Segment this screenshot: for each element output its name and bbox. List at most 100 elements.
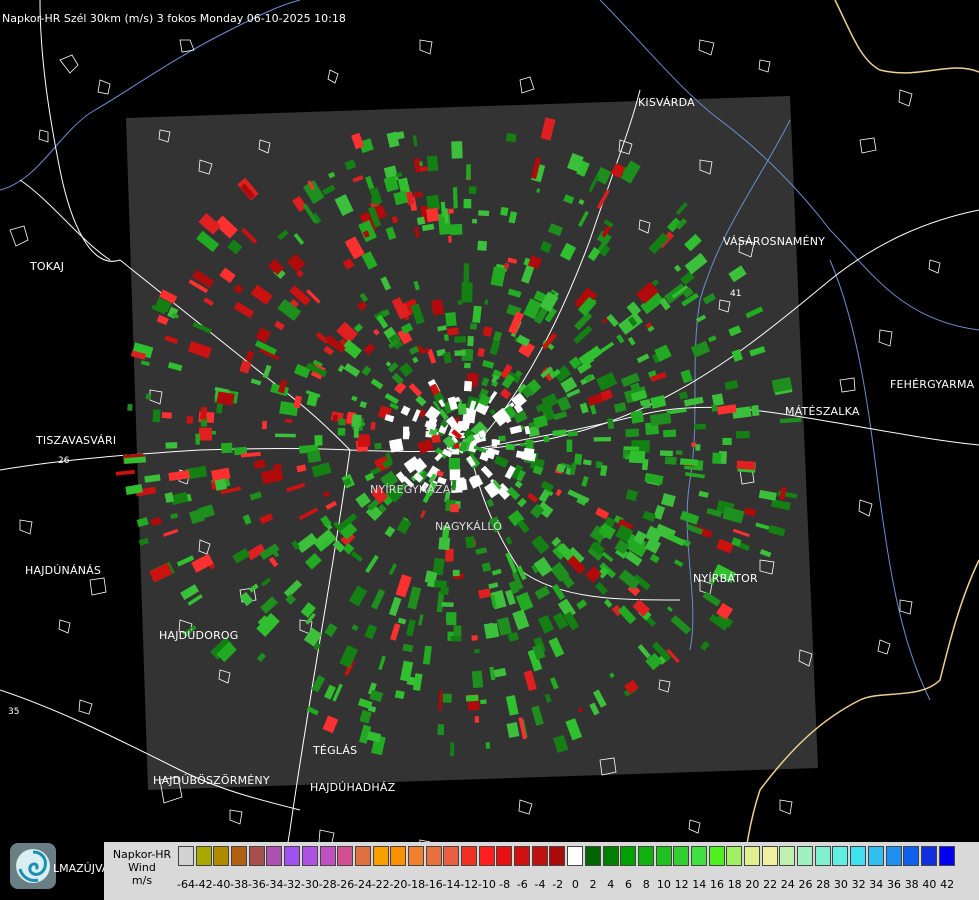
- radar-echo-cell: [437, 724, 445, 736]
- legend-tick-label: 26: [798, 878, 813, 891]
- radar-map-view: 26 41 35 Napkor-HR Szél 30km (m/s) 3 fok…: [0, 0, 979, 900]
- city-label-hajdunanas: HAJDÚNÁNÁS: [25, 564, 102, 577]
- legend-swatch: [195, 846, 212, 866]
- legend-tick-label: 14: [692, 878, 707, 891]
- radar-echo-cell: [519, 443, 525, 447]
- radar-echo-cell: [449, 467, 461, 481]
- radar-echo-cell: [446, 327, 459, 336]
- legend-tick-label: -16: [424, 878, 443, 891]
- radar-echo-cell: [623, 446, 640, 451]
- radar-echo-cell: [663, 429, 677, 438]
- radar-echo-cell: [220, 442, 233, 454]
- radar-echo-cell: [450, 742, 455, 757]
- legend-swatch: [584, 846, 601, 866]
- legend-tick-label: 20: [745, 878, 760, 891]
- radar-echo-cell: [474, 716, 480, 723]
- radar-echo-cell: [306, 450, 322, 463]
- river-line: [829, 259, 931, 701]
- radar-echo-cell: [275, 433, 296, 438]
- legend-swatch: [690, 846, 707, 866]
- radar-echo-cell: [416, 216, 426, 225]
- legend-swatch: [337, 846, 354, 866]
- radar-echo-cell: [467, 335, 474, 347]
- radar-echo-cell: [452, 569, 460, 577]
- radar-echo-cell: [566, 439, 573, 452]
- radar-echo-cell: [127, 403, 133, 411]
- radar-echo-cell: [468, 186, 477, 194]
- legend-swatch: [372, 846, 389, 866]
- radar-echo-cell: [165, 442, 178, 449]
- legend-tick-label: 28: [816, 878, 831, 891]
- radar-echo-cell: [675, 450, 683, 455]
- radar-echo-cell: [472, 218, 478, 224]
- radar-echo-cell: [711, 393, 724, 407]
- radar-echo-cell: [625, 428, 640, 438]
- radar-echo-cell: [337, 427, 346, 436]
- legend-swatch: [655, 846, 672, 866]
- radar-echo-cell: [353, 427, 359, 438]
- radar-echo-cell: [446, 612, 457, 626]
- legend-tick-label: 36: [887, 878, 901, 891]
- radar-echo-cell: [199, 427, 212, 441]
- radar-echo-cell: [478, 210, 490, 217]
- radar-echo-cell: [445, 548, 454, 562]
- radar-echo-cell: [695, 444, 701, 451]
- legend-swatch: [531, 846, 548, 866]
- radar-echo-cell: [477, 240, 488, 251]
- legend-tick-label: 6: [625, 878, 632, 891]
- legend-swatch: [443, 846, 460, 866]
- city-label-hajdudorog: HAJDÚDOROG: [159, 629, 239, 642]
- radar-echo-cell: [543, 435, 550, 443]
- radar-echo-cell: [471, 670, 484, 689]
- radar-echo-cell: [161, 412, 172, 419]
- radar-echo-cell: [454, 336, 467, 343]
- header-title: Napkor-HR Szél 30km (m/s) 3 fokos Monday…: [2, 12, 346, 25]
- radar-echo-cell: [434, 579, 448, 589]
- radar-echo-cell: [195, 433, 200, 445]
- radar-echo-cell: [451, 141, 463, 159]
- city-label-tokaj: TOKAJ: [30, 260, 65, 273]
- legend-swatch: [461, 846, 477, 866]
- radar-echo-cell: [593, 436, 611, 442]
- legend-tick-label: -28: [318, 878, 337, 891]
- legend-tick-label: 38: [904, 878, 919, 891]
- city-label-kisvarda: KISVÁRDA: [638, 96, 695, 109]
- legend-tick-label: -10: [477, 878, 496, 891]
- legend-swatch: [496, 846, 513, 866]
- radar-echo-cell: [735, 430, 750, 439]
- legend-tick-label: -34: [265, 878, 284, 891]
- legend-swatch: [726, 846, 743, 866]
- legend-tick-label: 42: [940, 878, 955, 891]
- legend-tick-label: -22: [371, 878, 390, 891]
- legend-swatch: [407, 846, 424, 866]
- radar-echo-cell: [463, 198, 472, 209]
- legend-tick-label: 2: [589, 878, 597, 891]
- legend-tick-label: -26: [336, 878, 355, 891]
- legend-title: Napkor-HR Wind m/s: [110, 848, 174, 887]
- radar-echo-cell: [450, 504, 459, 513]
- radar-echo-cell: [452, 187, 458, 209]
- legend-swatch: [390, 846, 407, 866]
- radar-echo-cell: [712, 452, 722, 464]
- city-label-vasarosnameny: VÁSÁROSNAMÉNY: [723, 235, 826, 248]
- radar-echo-cell: [115, 469, 135, 476]
- radar-echo-cell: [262, 420, 268, 430]
- radar-echo-cell: [471, 635, 478, 641]
- radar-echo-cell: [567, 431, 578, 437]
- legend-swatch: [178, 846, 194, 866]
- legend-swatch: [620, 846, 637, 866]
- radar-echo-cell: [573, 453, 583, 465]
- radar-echo-cell: [722, 437, 732, 445]
- city-label-nyiregyhaza: NYÍREGYHÁZA: [370, 483, 451, 496]
- legend-tick-label: -40: [212, 878, 231, 891]
- radar-echo-cell: [448, 235, 452, 243]
- radar-echo-cell: [431, 434, 441, 444]
- radar-echo-cell: [485, 742, 491, 749]
- radar-echo-cell: [443, 334, 449, 342]
- swirl-logo-icon: [10, 843, 56, 889]
- city-label-nagykallo: NAGYKÁLLÓ: [435, 520, 503, 533]
- radar-echo-cell: [442, 693, 452, 703]
- legend-tick-label: 12: [674, 878, 689, 891]
- radar-echo-cell: [465, 694, 479, 702]
- radar-echo-cell: [457, 403, 467, 415]
